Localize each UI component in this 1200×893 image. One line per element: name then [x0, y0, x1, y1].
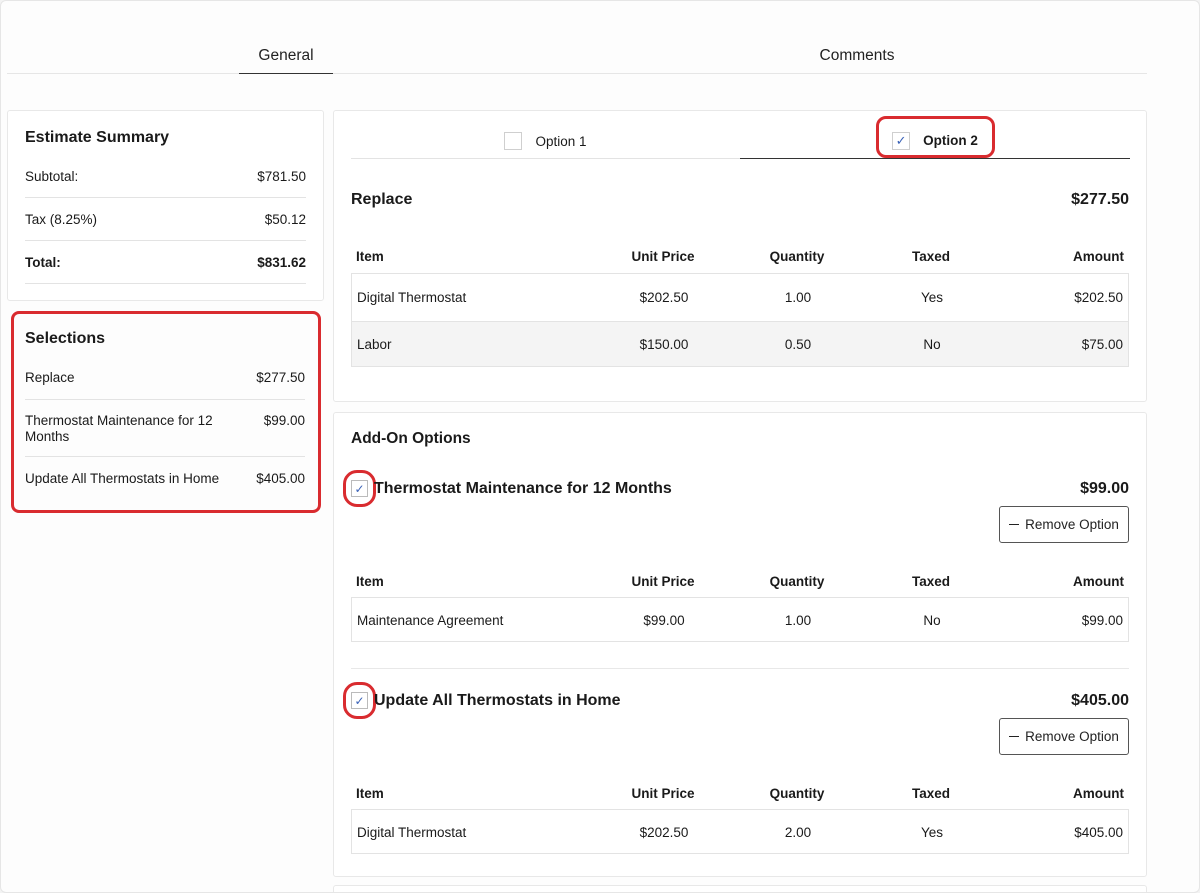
option-1-checkbox[interactable]	[504, 132, 523, 150]
total-row: Total: $831.62	[25, 241, 306, 284]
cell-taxed: No	[923, 336, 941, 352]
cell-taxed: Yes	[920, 290, 944, 305]
minus-icon	[1009, 523, 1020, 526]
col-taxed: Taxed	[911, 249, 950, 264]
table-row: Digital Thermostat $202.50 2.00 Yes $405…	[352, 810, 1128, 854]
addon-1-title: Thermostat Maintenance for 12 Months	[374, 480, 672, 497]
cell-item: Digital Thermostat	[357, 290, 467, 305]
cell-item: Digital Thermostat	[357, 824, 467, 840]
tab-comments[interactable]: Comments	[767, 39, 947, 74]
selection-label: Replace	[25, 370, 75, 385]
tab-option-1[interactable]: Option 1	[351, 123, 740, 159]
table-row: Digital Thermostat $202.50 1.00 Yes $202…	[352, 274, 1128, 322]
tab-general[interactable]: General	[239, 39, 333, 74]
col-unit-price: Unit Price	[631, 786, 695, 801]
replace-price: $277.50	[1071, 191, 1129, 208]
selection-value: $405.00	[256, 471, 305, 486]
selection-label: Thermostat Maintenance for 12 Months	[25, 413, 213, 444]
cell-unit-price: $99.00	[643, 612, 685, 628]
addon-1-checkbox-highlight	[343, 470, 376, 507]
tax-label: Tax (8.25%)	[25, 211, 98, 227]
cell-unit-price: $202.50	[639, 824, 689, 840]
estimate-summary-card: Estimate Summary Subtotal: $781.50 Tax (…	[7, 110, 324, 301]
addon-1-table: Maintenance Agreement $99.00 1.00 No $99…	[351, 597, 1129, 642]
addon-divider	[351, 668, 1129, 669]
remove-option-label: Remove Option	[1025, 517, 1119, 532]
remove-option-button[interactable]: Remove Option	[999, 718, 1129, 755]
cell-unit-price: $150.00	[639, 336, 689, 352]
cell-item: Labor	[357, 336, 392, 352]
table-row: Labor $150.00 0.50 No $75.00	[352, 322, 1128, 366]
option-1-label: Option 1	[535, 133, 587, 149]
cell-quantity: 1.00	[784, 290, 812, 305]
next-card-edge	[333, 885, 1147, 892]
col-quantity: Quantity	[769, 574, 825, 589]
col-amount: Amount	[1073, 574, 1124, 589]
selection-item: Thermostat Maintenance for 12 Months $99…	[25, 400, 305, 457]
selection-label: Update All Thermostats in Home	[25, 471, 220, 486]
subtotal-label: Subtotal:	[25, 168, 79, 184]
subtotal-value: $781.50	[257, 168, 306, 184]
addon-2-price: $405.00	[1071, 692, 1129, 709]
top-tab-bar: General Comments	[7, 39, 1147, 74]
estimate-page: General Comments Estimate Summary Subtot…	[0, 0, 1200, 893]
option-tab-bar: Option 1 ✓ Option 2	[351, 123, 1130, 159]
addon-options-title: Add-On Options	[351, 430, 471, 447]
cell-quantity: 2.00	[784, 824, 812, 840]
col-amount: Amount	[1073, 786, 1124, 801]
estimate-summary-title: Estimate Summary	[25, 129, 170, 146]
minus-icon	[1009, 735, 1020, 738]
cell-amount: $202.50	[1074, 290, 1123, 305]
remove-option-button[interactable]: Remove Option	[999, 506, 1129, 543]
col-item: Item	[356, 574, 384, 589]
selection-item: Replace $277.50	[25, 363, 305, 400]
cell-taxed: Yes	[920, 824, 944, 840]
col-item: Item	[356, 786, 384, 801]
addon-2-table-header: Item Unit Price Quantity Taxed Amount	[351, 786, 1129, 808]
cell-unit-price: $202.50	[639, 290, 689, 305]
option-2-highlight	[876, 116, 995, 158]
tax-value: $50.12	[264, 211, 306, 227]
col-taxed: Taxed	[911, 574, 950, 589]
addon-2-title: Update All Thermostats in Home	[374, 692, 621, 709]
addon-1-price: $99.00	[1080, 480, 1129, 497]
col-unit-price: Unit Price	[631, 249, 695, 264]
cell-amount: $75.00	[1081, 336, 1123, 352]
addon-2-table: Digital Thermostat $202.50 2.00 Yes $405…	[351, 809, 1129, 854]
replace-table-header: Item Unit Price Quantity Taxed Amount	[351, 249, 1129, 271]
addon-2-checkbox-highlight	[343, 682, 376, 719]
col-taxed: Taxed	[911, 786, 950, 801]
total-label: Total:	[25, 254, 61, 270]
remove-option-label: Remove Option	[1025, 729, 1119, 744]
replace-title: Replace	[351, 191, 413, 208]
addon-1-table-header: Item Unit Price Quantity Taxed Amount	[351, 574, 1129, 596]
cell-quantity: 1.00	[784, 612, 812, 628]
selections-title: Selections	[25, 330, 106, 347]
selection-item: Update All Thermostats in Home $405.00	[25, 457, 305, 497]
cell-amount: $405.00	[1074, 824, 1123, 840]
cell-quantity: 0.50	[784, 336, 812, 352]
col-quantity: Quantity	[769, 786, 825, 801]
cell-amount: $99.00	[1081, 612, 1123, 628]
cell-item: Maintenance Agreement	[357, 612, 504, 628]
col-quantity: Quantity	[769, 249, 825, 264]
cell-taxed: No	[923, 612, 941, 628]
tax-row: Tax (8.25%) $50.12	[25, 198, 306, 241]
selection-value: $99.00	[263, 413, 305, 428]
table-row: Maintenance Agreement $99.00 1.00 No $99…	[352, 598, 1128, 642]
selection-value: $277.50	[256, 370, 305, 385]
col-amount: Amount	[1073, 249, 1124, 264]
replace-table: Digital Thermostat $202.50 1.00 Yes $202…	[351, 273, 1129, 367]
col-item: Item	[356, 249, 384, 264]
col-unit-price: Unit Price	[631, 574, 695, 589]
total-value: $831.62	[257, 254, 306, 270]
subtotal-row: Subtotal: $781.50	[25, 155, 306, 198]
